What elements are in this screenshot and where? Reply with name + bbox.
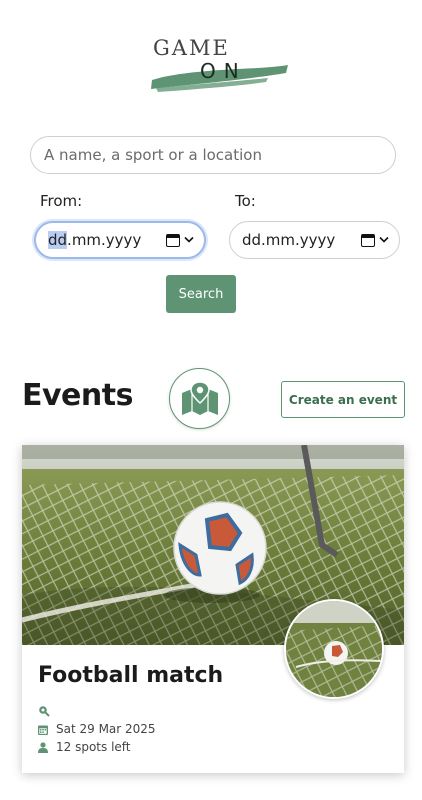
search-input[interactable] bbox=[30, 136, 396, 174]
app-logo: GAME ON bbox=[148, 34, 290, 98]
create-event-button[interactable]: Create an event bbox=[281, 381, 405, 418]
user-icon bbox=[38, 741, 48, 753]
to-date-input[interactable]: dd.mm.yyyy bbox=[229, 221, 400, 259]
chevron-down-icon[interactable] bbox=[184, 235, 194, 245]
event-card[interactable]: Football match Sat 29 Mar 2025 12 spots … bbox=[22, 445, 404, 773]
map-pin-icon bbox=[181, 380, 218, 415]
logo-text-on: ON bbox=[200, 59, 247, 83]
map-view-button[interactable] bbox=[169, 368, 230, 429]
location-search-icon bbox=[39, 706, 50, 717]
calendar-icon bbox=[38, 725, 48, 735]
event-location bbox=[38, 705, 58, 717]
event-date-text: Sat 29 Mar 2025 bbox=[56, 722, 156, 736]
from-date-input[interactable]: dd.mm.yyyy bbox=[34, 221, 206, 259]
events-heading: Events bbox=[22, 378, 133, 413]
to-label: To: bbox=[235, 192, 256, 210]
chevron-down-icon[interactable] bbox=[379, 235, 389, 245]
calendar-icon[interactable] bbox=[361, 233, 375, 247]
event-spots-text: 12 spots left bbox=[56, 740, 131, 754]
calendar-icon[interactable] bbox=[166, 233, 180, 247]
search-button[interactable]: Search bbox=[166, 275, 236, 313]
from-label: From: bbox=[40, 192, 83, 210]
to-date-value: dd.mm.yyyy bbox=[242, 231, 336, 249]
event-date: Sat 29 Mar 2025 bbox=[38, 722, 156, 736]
event-spots: 12 spots left bbox=[38, 740, 131, 754]
from-date-value: dd.mm.yyyy bbox=[48, 231, 142, 249]
logo-text-game: GAME bbox=[153, 36, 230, 60]
event-thumbnail bbox=[284, 599, 384, 699]
event-title: Football match bbox=[38, 663, 224, 688]
